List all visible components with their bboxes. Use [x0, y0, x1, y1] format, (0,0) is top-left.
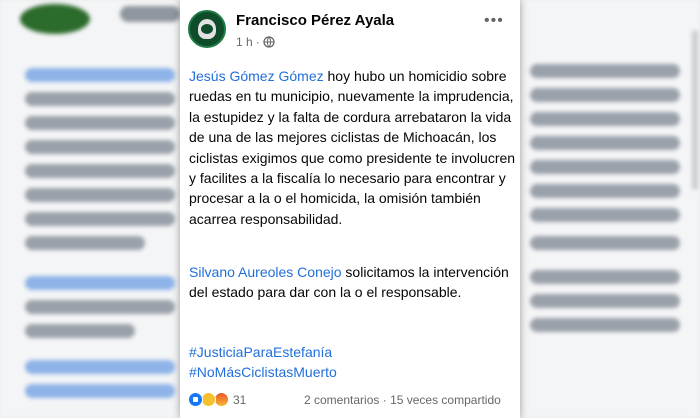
author-name[interactable]: Francisco Pérez Ayala: [236, 12, 394, 29]
hashtag-link[interactable]: #NoMásCiclistasMuerto: [189, 362, 337, 382]
comments-count[interactable]: 2 comentarios: [304, 393, 379, 407]
post-paragraph-2: Silvano Aureoles Conejo solicitamos la i…: [189, 262, 519, 303]
post-paragraph-1: Jesús Gómez Gómez hoy hubo un homicidio …: [189, 66, 519, 229]
blurred-background-right: [520, 0, 700, 418]
shares-count[interactable]: 15 veces compartido: [390, 393, 501, 407]
reactions-summary[interactable]: 31: [188, 392, 246, 407]
author-avatar[interactable]: [188, 10, 226, 48]
meta-separator: ·: [255, 35, 260, 49]
mention-link[interactable]: Silvano Aureoles Conejo: [189, 264, 342, 280]
sad-icon: [201, 392, 216, 407]
stats-separator: ·: [382, 393, 387, 407]
mention-link[interactable]: Jesús Gómez Gómez: [189, 68, 324, 84]
post-meta: 1 h ·: [236, 35, 275, 49]
globe-icon[interactable]: [263, 36, 275, 48]
more-options-icon[interactable]: •••: [484, 12, 504, 30]
reactions-count: 31: [233, 392, 247, 407]
post-stats: 2 comentarios · 15 veces compartido: [304, 393, 501, 407]
post-card: Francisco Pérez Ayala 1 h · ••• Jesús Gó…: [180, 0, 520, 418]
hashtag-link[interactable]: #JusticiaParaEstefanía: [189, 342, 337, 362]
hashtags: #JusticiaParaEstefanía #NoMásCiclistasMu…: [189, 342, 337, 383]
post-time[interactable]: 1 h: [236, 35, 253, 49]
blurred-background-left: [0, 0, 180, 418]
angry-icon: [214, 392, 229, 407]
like-icon: [188, 392, 203, 407]
post-text-1: hoy hubo un homicidio sobre ruedas en tu…: [189, 68, 516, 227]
